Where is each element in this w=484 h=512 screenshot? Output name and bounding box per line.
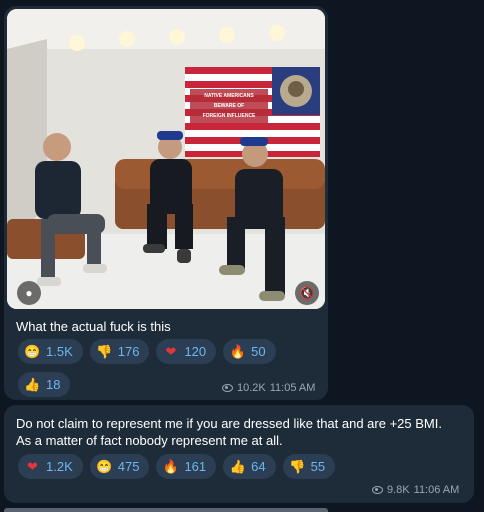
view-count: 9.8K	[387, 484, 410, 496]
flag-line: NATIVE AMERICANS	[204, 93, 254, 99]
reaction-thumbs-down[interactable]: 👎 176	[89, 339, 150, 364]
message-bubble[interactable]: Do not claim to represent me if you are …	[4, 405, 474, 503]
timestamp: 11:06 AM	[413, 484, 460, 496]
view-count: 10.2K	[237, 382, 266, 394]
reaction-heart[interactable]: ❤ 1.2K	[18, 454, 83, 479]
timestamp: 11:05 AM	[269, 382, 316, 394]
reaction-count: 1.2K	[46, 459, 73, 474]
thumbs-up-icon: 👍	[24, 376, 41, 392]
message-line: Do not claim to represent me if you are …	[16, 416, 442, 431]
eye-icon	[222, 384, 233, 392]
heart-icon: ❤	[165, 343, 177, 359]
reaction-grin[interactable]: 😁 475	[89, 454, 150, 479]
reaction-count: 50	[251, 344, 266, 359]
video-scene	[7, 9, 325, 309]
reaction-thumbs-up[interactable]: 👍 18	[18, 372, 71, 397]
grin-emoji-icon: 😁	[96, 458, 113, 474]
video-thumbnail[interactable]: NATIVE AMERICANS BEWARE OF FOREIGN INFLU…	[7, 9, 325, 309]
reaction-fire[interactable]: 🔥 161	[156, 454, 217, 479]
reaction-count: 55	[310, 459, 326, 474]
flag-line: BEWARE OF	[213, 103, 245, 109]
next-message-preview	[4, 508, 328, 512]
reaction-heart[interactable]: ❤ 120	[156, 339, 217, 364]
reaction-count: 1.5K	[46, 344, 73, 359]
heart-icon: ❤	[27, 458, 38, 474]
message-text: Do not claim to represent me if you are …	[16, 415, 468, 449]
mute-icon[interactable]: 🔇	[295, 281, 319, 305]
flag-line: FOREIGN INFLUENCE	[202, 113, 256, 119]
fire-icon: 🔥	[229, 343, 246, 359]
message-meta: 10.2K 11:05 AM	[222, 382, 315, 394]
message-meta: 9.8K 11:06 AM	[372, 484, 459, 496]
person-icon[interactable]: ●	[17, 281, 41, 305]
reaction-count: 120	[184, 344, 207, 359]
message-line: As a matter of fact nobody represent me …	[16, 433, 283, 448]
thumbs-down-icon: 👎	[289, 458, 306, 474]
reaction-count: 18	[46, 377, 61, 392]
reaction-thumbs-down[interactable]: 👎 55	[282, 454, 336, 479]
reaction-count: 176	[117, 344, 140, 359]
eye-icon	[372, 486, 383, 494]
thumbs-down-icon: 👎	[96, 343, 113, 359]
grin-emoji-icon: 😁	[24, 343, 41, 359]
message-text: What the actual fuck is this	[16, 319, 171, 334]
reaction-count: 475	[117, 459, 140, 474]
thumbs-up-icon: 👍	[229, 458, 246, 474]
reaction-count: 161	[184, 459, 207, 474]
reactions-row: ❤ 1.2K 😁 475 🔥 161 👍 64 👎 55	[18, 454, 458, 479]
message-bubble[interactable]: NATIVE AMERICANS BEWARE OF FOREIGN INFLU…	[4, 6, 328, 400]
reaction-count: 64	[251, 459, 266, 474]
reaction-thumbs-up[interactable]: 👍 64	[223, 454, 276, 479]
flag-text: NATIVE AMERICANS BEWARE OF FOREIGN INFLU…	[193, 91, 265, 121]
reaction-grin[interactable]: 😁 1.5K	[18, 339, 83, 364]
fire-icon: 🔥	[162, 458, 180, 474]
reaction-fire[interactable]: 🔥 50	[223, 339, 276, 364]
